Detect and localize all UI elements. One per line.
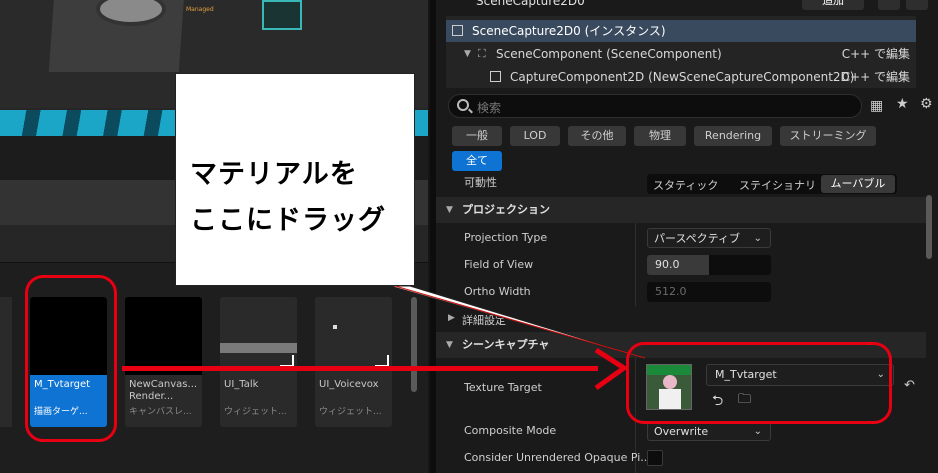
annotation-source-highlight xyxy=(25,275,117,442)
annotation-callout: マテリアルを ここにドラッグ xyxy=(175,73,415,286)
annotation-arrow-head-icon xyxy=(594,347,629,391)
annotation-line-1: マテリアルを xyxy=(190,159,358,190)
annotation-target-highlight xyxy=(626,342,892,424)
annotation-line-2: ここにドラッグ xyxy=(190,205,386,236)
annotation-arrow-line xyxy=(122,366,598,371)
